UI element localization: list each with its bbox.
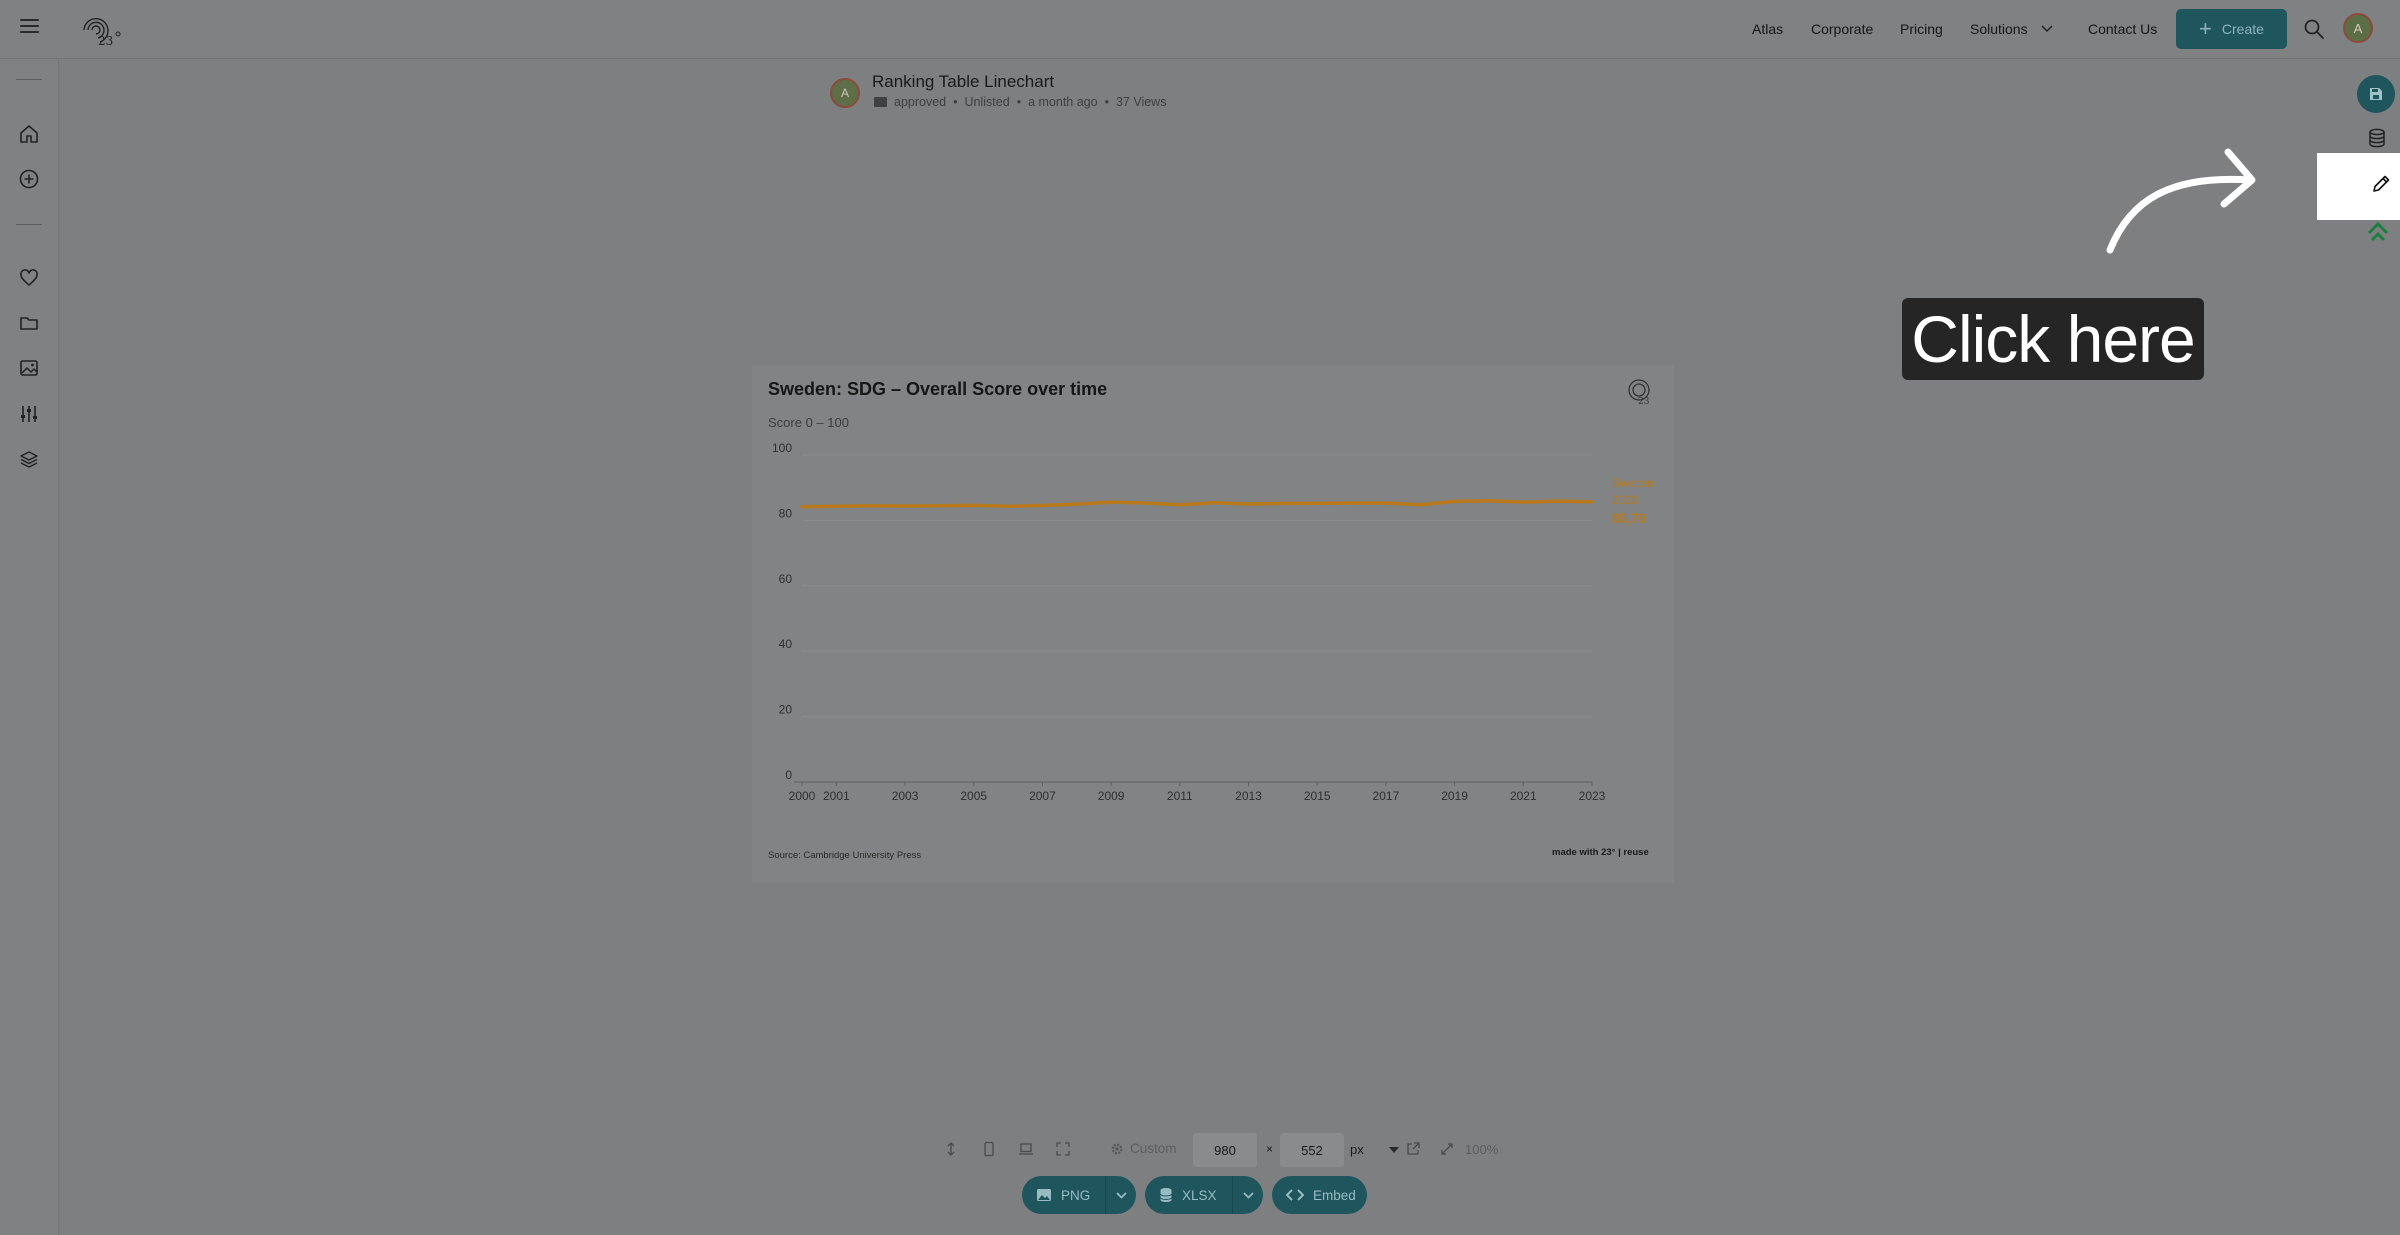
meta-separator: • [1104, 95, 1109, 109]
nav-atlas[interactable]: Atlas [1752, 21, 1783, 37]
database-icon [1160, 1188, 1172, 1202]
phone-icon[interactable] [981, 1141, 997, 1157]
nav-solutions[interactable]: Solutions [1970, 21, 2028, 37]
xlsx-label: XLSX [1182, 1187, 1217, 1203]
y-tick-label: 80 [779, 506, 793, 520]
unit-select[interactable]: px [1350, 1142, 1364, 1157]
y-tick-label: 60 [779, 572, 793, 586]
layers-icon[interactable] [18, 448, 40, 470]
x-tick-label: 2019 [1441, 789, 1468, 803]
y-tick-label: 20 [779, 703, 793, 717]
pencil-icon[interactable] [2369, 172, 2393, 196]
nav-pricing[interactable]: Pricing [1900, 21, 1943, 37]
x-tick-label: 2023 [1579, 789, 1606, 803]
embed-button[interactable]: Embed [1272, 1176, 1367, 1214]
chevrons-up-icon[interactable] [2365, 220, 2391, 242]
nav-contact-us[interactable]: Contact Us [2088, 21, 2157, 37]
chart-subtitle: Score 0 – 100 [768, 415, 849, 430]
series-line-sweden [800, 499, 1594, 509]
x-tick-label: 2017 [1373, 789, 1400, 803]
chart-logo-icon: 23 [1628, 379, 1650, 407]
chart-source: Source: Cambridge University Press [768, 850, 922, 861]
y-tick-label: 40 [779, 637, 793, 651]
x-tick-label: 2007 [1029, 789, 1056, 803]
line-chart: 0 20 40 60 80 100 2000 2001 2003 2005 2007 2009 2011… [772, 441, 1654, 803]
menu-icon[interactable] [20, 19, 39, 33]
y-tick-label: 100 [772, 441, 792, 455]
end-label-year: 2023 [1612, 495, 1638, 507]
author-avatar[interactable]: A [830, 78, 860, 108]
zoom-level: 100% [1465, 1142, 1499, 1157]
embed-label: Embed [1313, 1187, 1356, 1203]
sliders-icon[interactable] [18, 403, 40, 425]
preset-label: Custom [1130, 1141, 1177, 1156]
x-tick-label: 2013 [1235, 789, 1262, 803]
status-label[interactable]: approved [894, 95, 946, 109]
x-tick-label: 2001 [823, 789, 850, 803]
logo-icon[interactable]: 23 [80, 12, 124, 48]
heart-icon[interactable] [18, 267, 40, 289]
folder-icon[interactable] [18, 312, 40, 334]
svg-text:23: 23 [98, 34, 113, 48]
chart-meta: approved • Unlisted • a month ago • 37 V… [874, 95, 1166, 109]
laptop-icon[interactable] [1018, 1141, 1034, 1157]
folder-icon [874, 97, 887, 107]
x-tick-label: 2009 [1098, 789, 1125, 803]
meta-separator: • [1016, 95, 1022, 109]
page-title: Ranking Table Linechart [872, 72, 1055, 91]
png-label: PNG [1061, 1187, 1091, 1203]
sidebar-divider [16, 224, 42, 225]
home-icon[interactable] [18, 123, 40, 145]
x-tick-label: 2015 [1304, 789, 1331, 803]
x-tick-label: 2021 [1510, 789, 1537, 803]
size-preset[interactable]: Custom [1110, 1141, 1177, 1156]
code-icon [1286, 1189, 1304, 1201]
user-avatar[interactable]: A [2343, 13, 2373, 43]
search-icon[interactable] [2303, 18, 2325, 40]
made-with-link[interactable]: made with 23° | reuse [1552, 847, 1649, 858]
height-input[interactable]: 552 [1280, 1133, 1344, 1167]
top-bar [0, 0, 2400, 59]
views-label: 37 Views [1115, 95, 1167, 109]
x-tick-label: 2005 [960, 789, 987, 803]
gear-icon [1111, 1143, 1123, 1154]
end-label-name: Sweden [1612, 478, 1654, 490]
caret-down-icon[interactable] [1389, 1147, 1399, 1153]
scale-icon[interactable] [1439, 1141, 1455, 1157]
xlsx-download-button[interactable]: XLSX [1145, 1176, 1263, 1214]
save-button[interactable] [2357, 75, 2395, 113]
fit-height-icon[interactable] [943, 1141, 959, 1157]
save-icon [2370, 88, 2382, 100]
y-tick-label: 0 [785, 768, 792, 782]
left-sidebar [0, 59, 59, 1235]
x-tick-label: 2000 [789, 789, 816, 803]
database-icon[interactable] [2366, 127, 2388, 149]
external-link-icon[interactable] [1405, 1141, 1421, 1157]
visibility-label: Unlisted [964, 95, 1010, 109]
nav-corporate[interactable]: Corporate [1811, 21, 1873, 37]
dimension-separator: × [1266, 1142, 1274, 1156]
create-button[interactable]: + Create [2176, 9, 2287, 49]
x-tick-label: 2003 [892, 789, 919, 803]
end-label-value: 85,70 [1612, 511, 1646, 526]
svg-text:23: 23 [1638, 397, 1650, 407]
width-input[interactable]: 980 [1193, 1133, 1257, 1167]
chart-title: Sweden: SDG – Overall Score over time [768, 379, 1108, 399]
png-download-button[interactable]: PNG [1022, 1176, 1136, 1214]
create-label: Create [2221, 21, 2264, 37]
image-icon [1037, 1189, 1051, 1201]
click-here-callout: Click here [1902, 298, 2204, 380]
chevron-down-icon[interactable] [2041, 25, 2053, 33]
chevron-down-icon[interactable] [1105, 1176, 1136, 1214]
pointer-arrow-icon [2106, 148, 2256, 254]
plus-icon: + [2199, 16, 2212, 41]
chevron-down-icon[interactable] [1232, 1176, 1263, 1214]
x-tick-label: 2011 [1167, 789, 1193, 803]
time-label: a month ago [1028, 95, 1098, 109]
add-circle-icon[interactable] [18, 168, 40, 190]
meta-separator: • [953, 95, 958, 109]
sidebar-divider [16, 79, 42, 80]
image-icon[interactable] [18, 357, 40, 379]
fullscreen-icon[interactable] [1055, 1141, 1071, 1157]
